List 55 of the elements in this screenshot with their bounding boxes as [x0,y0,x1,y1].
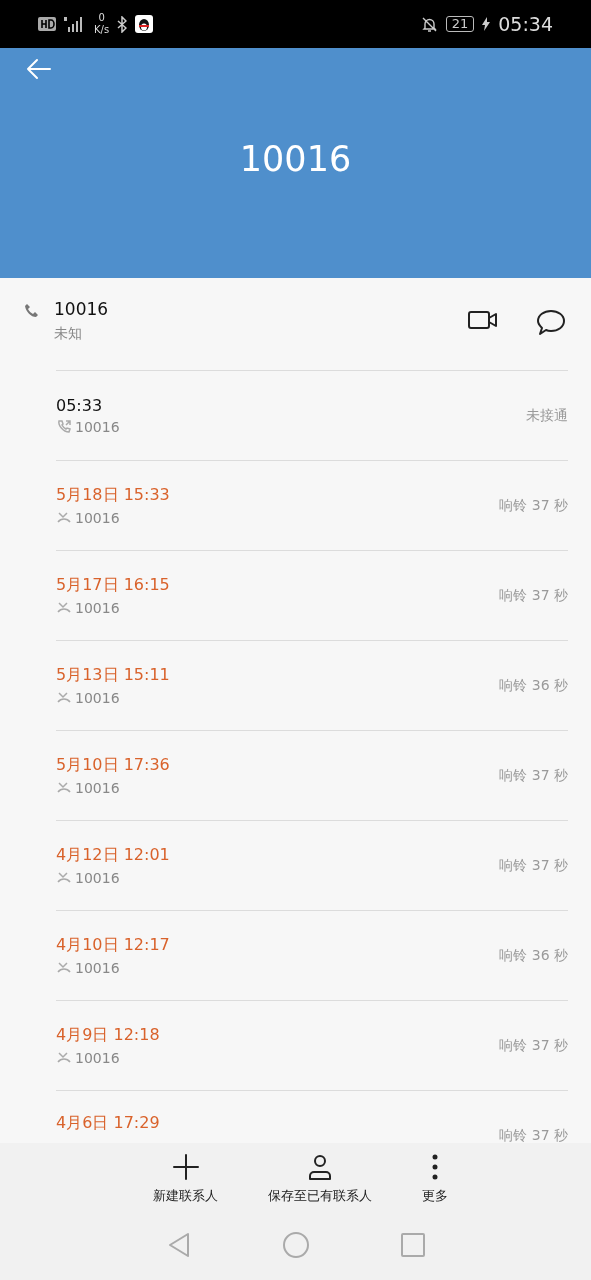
call-number: 10016 [75,960,120,976]
charging-icon [482,17,491,31]
call-number: 10016 [75,600,120,616]
call-number: 10016 [75,780,120,796]
call-time: 5月18日 15:33 [56,485,171,506]
call-result: 响铃 37 秒 [499,1036,568,1055]
call-result: 响铃 37 秒 [499,1127,568,1143]
call-time: 4月10日 12:17 [56,935,171,956]
call-result: 响铃 37 秒 [499,496,568,515]
outgoing-call-icon [56,419,72,435]
call-time: 5月10日 17:36 [56,755,171,776]
recents-nav-button[interactable] [399,1232,426,1258]
missed-call-icon [56,691,72,705]
call-result: 响铃 37 秒 [499,856,568,875]
more-icon [431,1153,439,1181]
home-nav-button[interactable] [281,1231,310,1259]
network-speed: 0 K/s [94,12,110,36]
plus-icon [171,1153,200,1181]
phone-number: 10016 [54,299,110,319]
call-result: 未接通 [526,406,568,425]
call-time: 4月9日 12:18 [56,1025,161,1046]
person-icon [306,1153,334,1181]
call-result: 响铃 37 秒 [499,586,568,605]
muted-bell-icon [420,15,438,33]
call-number: 10016 [75,1050,120,1066]
phone-icon [24,303,40,319]
call-result: 响铃 36 秒 [499,676,568,695]
battery-level: 21 [445,16,475,32]
call-number: 10016 [75,870,120,886]
app-icon [135,15,154,33]
number-label: 未知 [54,325,83,343]
call-time: 4月12日 12:01 [56,845,171,866]
message-button[interactable] [535,308,567,338]
call-time: 5月13日 15:11 [56,665,171,686]
call-time: 4月6日 17:29 [56,1113,161,1134]
call-number: 10016 [75,690,120,706]
call-number: 10016 [75,510,120,526]
call-time: 5月17日 16:15 [56,575,171,596]
call-time: 05:33 [56,396,104,415]
contact-title: 10016 [239,139,352,179]
missed-call-icon [56,511,72,525]
toolbar-button[interactable]: 更多 [422,1143,448,1210]
call-number: 10016 [75,419,120,435]
call-result: 响铃 36 秒 [499,946,568,965]
missed-call-icon [56,871,72,885]
clock: 05:34 [498,13,553,35]
missed-call-icon [56,601,72,615]
missed-call-icon [56,1051,72,1065]
toolbar-button[interactable]: 新建联系人 [153,1143,218,1210]
call-result: 响铃 37 秒 [499,766,568,785]
missed-call-icon [56,961,72,975]
hd-icon [38,17,56,31]
missed-call-icon [56,781,72,795]
toolbar-button[interactable]: 保存至已有联系人 [268,1143,372,1210]
bluetooth-icon [117,15,128,33]
